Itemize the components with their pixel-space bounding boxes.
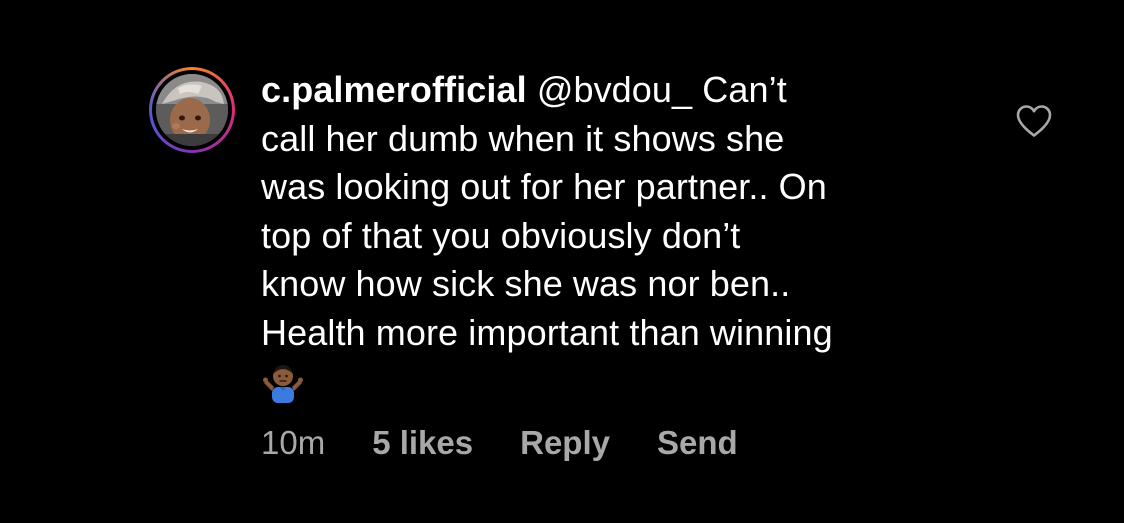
comment-text: c.palmerofficial @bvdou_ Can’t call her … xyxy=(261,66,981,406)
reply-button[interactable]: Reply xyxy=(520,424,610,462)
comment-text-line: top of that you obviously don’t xyxy=(261,214,741,256)
heart-icon[interactable] xyxy=(1015,104,1053,138)
avatar[interactable] xyxy=(156,74,228,146)
username-link[interactable]: c.palmerofficial xyxy=(261,69,527,110)
comment-text-line: know how sick she was nor ben.. xyxy=(261,263,791,304)
avatar-story-ring[interactable] xyxy=(149,67,235,153)
emoji-line xyxy=(261,357,981,406)
comment-timestamp: 10m xyxy=(261,424,326,461)
comment-item: c.palmerofficial @bvdou_ Can’t call her … xyxy=(0,0,1124,523)
avatar-image xyxy=(156,74,228,146)
send-button[interactable]: Send xyxy=(657,424,738,462)
mention-link[interactable]: @bvdou_ xyxy=(537,69,692,110)
comment-text-line: Can’t xyxy=(702,69,787,110)
comment-line-1: c.palmerofficial @bvdou_ Can’t xyxy=(261,66,981,115)
comment-text-line: was looking out for her partner.. On xyxy=(261,166,827,207)
man-shrugging-emoji xyxy=(263,365,303,403)
comment-meta: 10m 5 likes Reply Send xyxy=(261,424,785,462)
comment-text-line: Health more important than winning xyxy=(261,311,833,353)
comment-body: c.palmerofficial @bvdou_ Can’t call her … xyxy=(261,66,981,406)
comment-text-line: call her dumb when it shows she xyxy=(261,117,785,159)
likes-count-button[interactable]: 5 likes xyxy=(372,424,473,462)
